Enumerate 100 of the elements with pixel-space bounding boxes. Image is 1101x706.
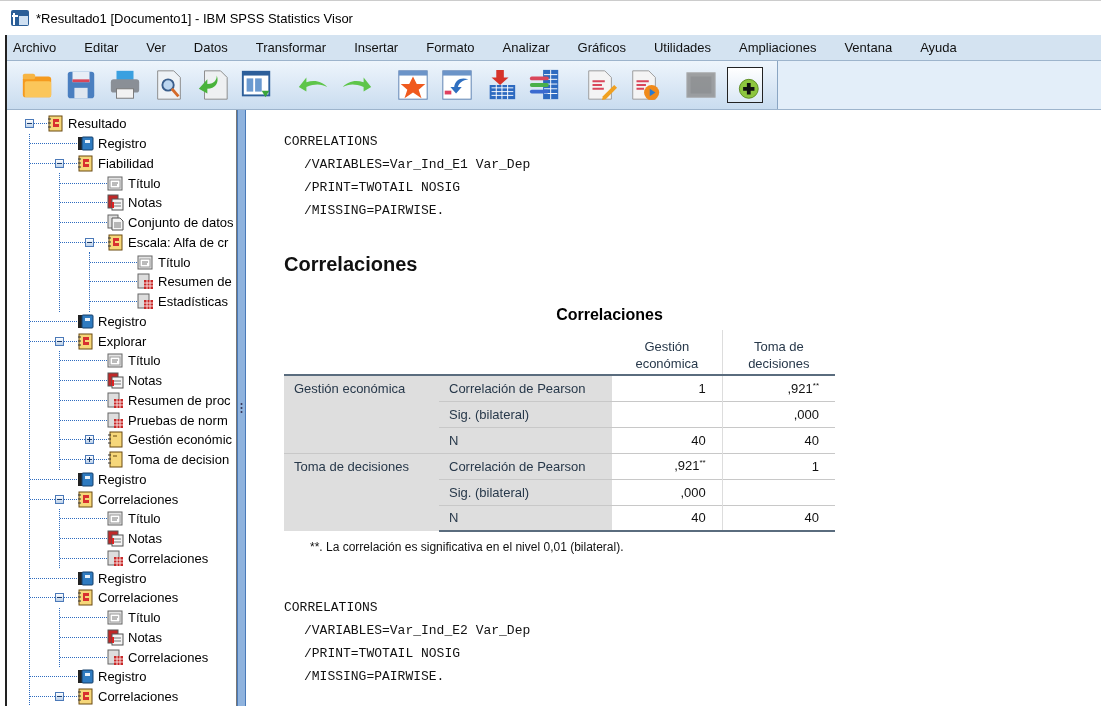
collapse-toggle[interactable] bbox=[55, 336, 64, 346]
notebook-icon bbox=[77, 470, 94, 488]
outline-item[interactable]: Título bbox=[128, 610, 161, 626]
syntax-line: /VARIABLES=Var_Ind_E2 Var_Dep bbox=[303, 622, 532, 640]
outline-item[interactable]: Resumen de proc bbox=[128, 392, 231, 408]
outline-item[interactable]: Gestión económic bbox=[128, 432, 233, 448]
expand-toggle[interactable] bbox=[85, 455, 94, 465]
statistic-label: Correlación de Pearson bbox=[439, 375, 612, 401]
document-icon bbox=[107, 214, 124, 232]
splitter-grip-icon[interactable] bbox=[240, 402, 243, 414]
syntax-line: CORRELATIONS bbox=[284, 133, 379, 151]
menu-item[interactable]: Archivo bbox=[9, 40, 67, 55]
table-cell: ,000 bbox=[722, 401, 835, 427]
outline-item[interactable]: Título bbox=[128, 353, 161, 369]
table-icon bbox=[137, 293, 154, 311]
menu-item[interactable]: Ver bbox=[142, 40, 176, 55]
table-cell: 40 bbox=[722, 427, 835, 453]
collapse-toggle[interactable] bbox=[25, 119, 34, 129]
table-cell: ,000 bbox=[612, 479, 723, 505]
outline-item[interactable]: Correlaciones bbox=[98, 689, 179, 705]
statistic-label: Correlación de Pearson bbox=[439, 453, 612, 479]
note-page-icon bbox=[107, 431, 124, 449]
title-page-icon bbox=[107, 352, 124, 370]
outline-item[interactable]: Notas bbox=[128, 195, 162, 211]
title-page-icon bbox=[107, 609, 124, 627]
outline-item[interactable]: Correlaciones bbox=[98, 590, 179, 606]
table-icon bbox=[107, 391, 124, 409]
notes-icon bbox=[107, 628, 124, 646]
syntax-line: /PRINT=TWOTAIL NOSIG bbox=[303, 645, 462, 663]
outline-item[interactable]: Título bbox=[128, 511, 161, 527]
table-cell: 40 bbox=[612, 427, 723, 453]
notebook-icon bbox=[77, 569, 94, 587]
table-cell: 40 bbox=[612, 505, 723, 531]
outline-item[interactable]: Registro bbox=[98, 570, 147, 586]
outline-item[interactable]: Fiabilidad bbox=[98, 155, 154, 171]
outline-item[interactable]: Registro bbox=[98, 313, 147, 329]
folder-icon bbox=[77, 154, 94, 172]
app-icon bbox=[10, 8, 30, 28]
collapse-toggle[interactable] bbox=[55, 158, 64, 168]
menu-item[interactable]: Utilidades bbox=[650, 40, 722, 55]
outline-item[interactable]: Notas bbox=[128, 629, 162, 645]
outline-item[interactable]: Toma de decision bbox=[128, 452, 230, 468]
table-cell: 1 bbox=[612, 375, 723, 401]
outline-item[interactable]: Explorar bbox=[98, 333, 147, 349]
syntax-line: CORRELATIONS bbox=[284, 599, 379, 617]
outline-item[interactable]: Título bbox=[158, 254, 191, 270]
outline-item[interactable]: Registro bbox=[98, 471, 147, 487]
table-icon bbox=[107, 411, 124, 429]
outline-item[interactable]: Correlaciones bbox=[98, 491, 179, 507]
table-footnote: **. La correlación es significativa en el nivel 0,01 (bilateral). bbox=[309, 539, 625, 554]
expand-toggle[interactable] bbox=[85, 435, 94, 445]
table-icon bbox=[137, 273, 154, 291]
menu-item[interactable]: Editar bbox=[80, 40, 129, 55]
syntax-line: /MISSING=PAIRWISE. bbox=[303, 668, 446, 686]
column-header: Gestión económica bbox=[612, 330, 723, 375]
toolbar-button[interactable] bbox=[727, 67, 763, 103]
statistic-label: N bbox=[439, 427, 612, 453]
menu-item[interactable]: Formato bbox=[422, 40, 485, 55]
row-header: Gestión económica bbox=[284, 375, 439, 453]
menu-item[interactable]: Transformar bbox=[251, 40, 337, 55]
notes-icon bbox=[107, 194, 124, 212]
table-title: Correlaciones bbox=[555, 306, 664, 324]
outline-item[interactable]: Registro bbox=[98, 136, 147, 152]
outline-item[interactable]: Escala: Alfa de cr bbox=[128, 234, 229, 250]
collapse-toggle[interactable] bbox=[55, 593, 64, 603]
menu-item[interactable]: Ventana bbox=[840, 40, 903, 55]
menu-item[interactable]: Ayuda bbox=[916, 40, 967, 55]
menu-item[interactable]: Analizar bbox=[498, 40, 560, 55]
notes-icon bbox=[107, 372, 124, 390]
outline-item[interactable]: Notas bbox=[128, 531, 162, 547]
outline-item[interactable]: Registro bbox=[98, 669, 147, 685]
document-arrow-icon bbox=[196, 68, 230, 102]
menu-item[interactable]: Datos bbox=[189, 40, 238, 55]
section-heading: Correlaciones bbox=[284, 253, 419, 276]
collapse-toggle[interactable] bbox=[85, 237, 94, 247]
table-icon bbox=[107, 549, 124, 567]
syntax-line: /MISSING=PAIRWISE. bbox=[303, 202, 446, 220]
collapse-toggle[interactable] bbox=[55, 494, 64, 504]
folder-icon bbox=[77, 332, 94, 350]
outline-item[interactable]: Estadísticas bbox=[158, 294, 229, 310]
column-header: Toma de decisiones bbox=[722, 330, 835, 375]
folder-icon bbox=[77, 688, 94, 706]
syntax-line: /VARIABLES=Var_Ind_E1 Var_Dep bbox=[303, 156, 532, 174]
menu-item[interactable]: Gráficos bbox=[573, 40, 636, 55]
folder-icon bbox=[47, 115, 64, 133]
outline-item[interactable]: Conjunto de datos bbox=[128, 215, 234, 231]
menu-item[interactable]: Insertar bbox=[350, 40, 409, 55]
outline-item[interactable]: Resumen de bbox=[158, 274, 232, 290]
folder-icon bbox=[107, 233, 124, 251]
outline-item[interactable]: Notas bbox=[128, 373, 162, 389]
outline-item[interactable]: Título bbox=[128, 175, 161, 191]
outline-item[interactable]: Pruebas de norm bbox=[128, 412, 228, 428]
outline-item[interactable]: Resultado bbox=[68, 116, 127, 132]
statistic-label: N bbox=[439, 505, 612, 531]
outline-item[interactable]: Correlaciones bbox=[128, 550, 209, 566]
table-cell: ,921$^{**}$ bbox=[722, 375, 835, 401]
notebook-icon bbox=[77, 135, 94, 153]
collapse-toggle[interactable] bbox=[55, 692, 64, 702]
menu-item[interactable]: Ampliaciones bbox=[735, 40, 827, 55]
outline-item[interactable]: Correlaciones bbox=[128, 649, 209, 665]
